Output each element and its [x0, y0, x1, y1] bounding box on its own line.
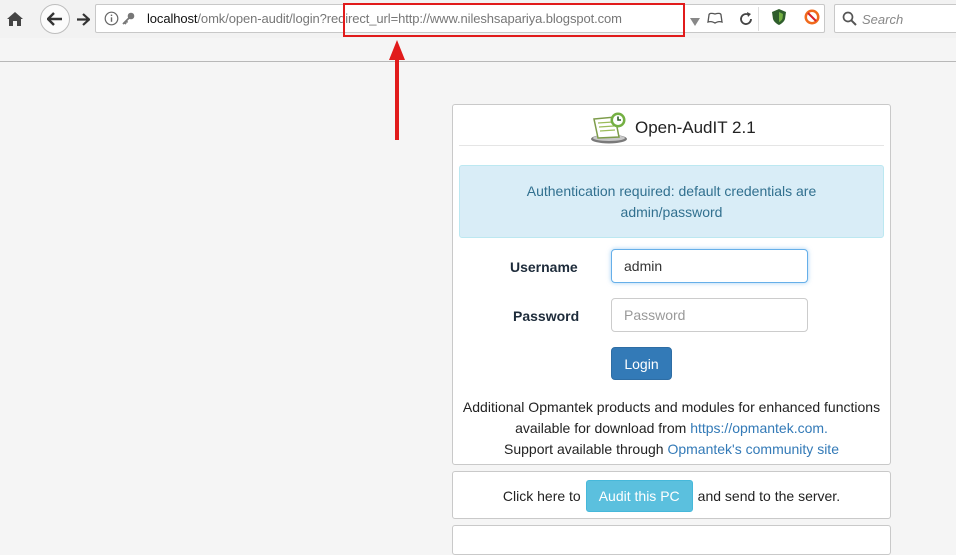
header-divider — [459, 145, 884, 146]
dropdown-arrow-icon[interactable] — [689, 14, 701, 26]
info-line-1: Additional Opmantek products and modules… — [462, 399, 881, 415]
toolbar-divider — [0, 61, 956, 62]
url-highlight-box — [343, 3, 685, 37]
forward-icon[interactable] — [72, 7, 94, 31]
community-link[interactable]: Opmantek's community site — [667, 441, 839, 457]
annotation-arrow — [389, 40, 405, 140]
info-icon[interactable] — [104, 11, 119, 26]
audit-row: Click here to Audit this PC and send to … — [453, 480, 890, 512]
audit-panel: Click here to Audit this PC and send to … — [452, 471, 891, 519]
info-line-3: Support available through Opmantek's com… — [453, 439, 890, 460]
search-placeholder: Search — [862, 12, 904, 27]
audit-pc-button[interactable]: Audit this PC — [585, 480, 693, 512]
info-text: Additional Opmantek products and modules… — [453, 397, 890, 460]
shield-extension-icon[interactable] — [770, 8, 788, 26]
bottom-panel — [452, 525, 891, 555]
info-line-2: available for download from https://opma… — [453, 418, 890, 439]
alert-line-2: admin/password — [620, 204, 723, 220]
reload-icon[interactable] — [738, 11, 754, 27]
search-icon — [842, 11, 857, 26]
app-title: Open-AudIT 2.1 — [635, 118, 756, 137]
blocker-extension-icon[interactable] — [803, 8, 821, 26]
audit-prefix: Click here to — [502, 488, 581, 504]
login-button[interactable]: Login — [611, 347, 672, 380]
url-host: localhost — [147, 11, 198, 26]
url-separator — [758, 7, 759, 31]
reader-view-icon[interactable] — [706, 11, 724, 27]
info-line-3-prefix: Support available through — [504, 441, 664, 457]
opmantek-link[interactable]: https://opmantek.com. — [690, 420, 828, 436]
open-audit-logo — [591, 112, 627, 144]
username-label: Username — [510, 259, 578, 275]
auth-alert: Authentication required: default credent… — [459, 165, 884, 238]
search-bar[interactable]: Search — [834, 4, 956, 33]
info-line-2-prefix: available for download from — [515, 420, 687, 436]
app-brand: Open-AudIT 2.1 — [589, 111, 756, 145]
password-input[interactable] — [611, 298, 808, 332]
back-icon[interactable] — [40, 4, 70, 34]
home-icon[interactable] — [0, 4, 30, 34]
key-icon[interactable] — [121, 11, 136, 26]
alert-line-1: Authentication required: default credent… — [526, 183, 817, 199]
audit-suffix: and send to the server. — [697, 488, 841, 504]
login-panel: Open-AudIT 2.1 Authentication required: … — [452, 104, 891, 465]
username-input[interactable] — [611, 249, 808, 283]
password-label: Password — [513, 308, 580, 324]
